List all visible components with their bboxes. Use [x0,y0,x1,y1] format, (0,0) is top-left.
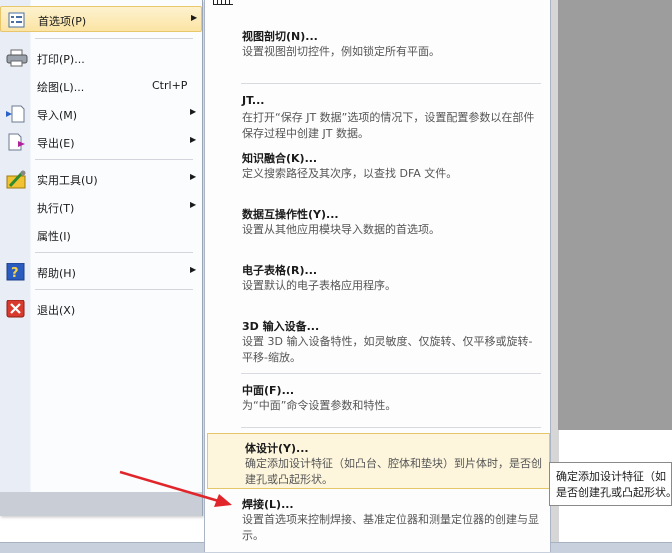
submenu-item-welding[interactable]: 焊接(L)... 设置首选项来控制焊接、基准定位器和测量定位器的创建与显示。 [205,490,550,546]
divider [241,83,541,84]
menu-item-label: 实用工具(U) [37,174,98,187]
menu-item-print[interactable]: 打印(P)... [0,45,202,71]
submenu-item-title: 3D 输入设备... [242,320,320,333]
svg-text:?: ? [11,266,19,281]
submenu-arrow-icon: ▶ [190,265,197,274]
submenu-item-desc: 设置默认的电子表格应用程序。 [242,279,396,292]
submenu-arrow-icon: ▶ [191,13,198,22]
submenu-item-desc: 设置视图剖切控件，例如锁定所有平面。 [242,45,440,58]
menu-item-utilities[interactable]: 实用工具(U) ▶ [0,166,202,192]
menu-item-import[interactable]: 导入(M) ▶ [0,101,202,127]
menu-footer [0,492,202,516]
submenu-arrow-icon: ▶ [190,135,197,144]
help-icon: ? [6,262,26,281]
divider [35,159,193,160]
menu-item-label: 执行(T) [37,202,75,215]
export-icon [6,133,26,151]
submenu-item-desc: 为“中面”命令设置参数和特性。 [242,399,397,412]
divider [35,38,193,39]
file-menu: 首选项(P) ▶ 打印(P)... 绘图(L)... Ctrl+P 导入(M) … [0,0,203,516]
submenu-item-title: 数据互操作性(Y)... [242,208,339,221]
submenu-item-desc: 确定添加设计特征（如凸台、腔体和垫块）到片体时，是否创建孔或凸起形状。 [245,457,542,486]
divider [35,289,193,290]
submenu-item-title: 中面(F)... [242,384,295,397]
exit-icon [6,299,26,318]
menu-item-execute[interactable]: 执行(T) ▶ [0,194,202,220]
shortcut-label: Ctrl+P [152,79,188,92]
divider [241,373,541,374]
menu-item-help[interactable]: ? 帮助(H) ▶ [0,259,202,285]
submenu-item-desc: 设置 3D 输入设备特性，如灵敏度、仅旋转、仅平移或旋转-平移-缩放。 [242,335,533,364]
printer-icon [6,49,28,67]
import-icon [6,105,26,123]
divider [35,252,193,253]
divider [241,427,541,428]
submenu-item-knowledge-fusion[interactable]: 知识融合(K)... 定义搜索路径及其次序，以查找 DFA 文件。 [205,144,550,194]
submenu-item-jt[interactable]: JT... 在打开“保存 JT 数据”选项的情况下，设置配置参数以在部件保存过程… [205,88,550,144]
submenu-item-title: JT... [242,94,265,107]
tooltip: 确定添加设计特征（如 是否创建孔或凸起形状。 [549,462,672,506]
menu-item-label: 导出(E) [37,137,75,150]
menu-item-label: 帮助(H) [37,267,76,280]
menu-item-label: 退出(X) [37,304,76,317]
submenu-item-3d-input[interactable]: 3D 输入设备... 设置 3D 输入设备特性，如灵敏度、仅旋转、仅平移或旋转-… [205,312,550,370]
submenu-arrow-icon: ▶ [190,107,197,116]
submenu-item-view-section[interactable]: 视图剖切(N)... 设置视图剖切控件，例如锁定所有平面。 [205,22,550,72]
preferences-icon [7,11,27,29]
menu-item-label: 打印(P)... [37,53,85,66]
menu-item-label: 首选项(P) [38,15,87,28]
submenu-item-title: 电子表格(R)... [242,264,318,277]
partial-top-icon [213,0,233,5]
menu-item-export[interactable]: 导出(E) ▶ [0,129,202,155]
menu-item-exit[interactable]: 退出(X) [0,296,202,322]
submenu-item-body-design[interactable]: 体设计(Y)... 确定添加设计特征（如凸台、腔体和垫块）到片体时，是否创建孔或… [207,433,550,489]
submenu-item-data-interop[interactable]: 数据互操作性(Y)... 设置从其他应用模块导入数据的首选项。 [205,200,550,250]
submenu-arrow-icon: ▶ [190,172,197,181]
submenu-item-desc: 定义搜索路径及其次序，以查找 DFA 文件。 [242,167,458,180]
submenu-item-desc: 在打开“保存 JT 数据”选项的情况下，设置配置参数以在部件保存过程中创建 JT… [242,111,535,140]
submenu-item-title: 知识融合(K)... [242,152,318,165]
submenu-item-desc: 设置从其他应用模块导入数据的首选项。 [242,223,440,236]
menu-item-label: 导入(M) [37,109,78,122]
submenu-item-title: 视图剖切(N)... [242,30,318,43]
submenu-item-desc: 设置首选项来控制焊接、基准定位器和测量定位器的创建与显示。 [242,513,539,542]
submenu-item-midsurface[interactable]: 中面(F)... 为“中面”命令设置参数和特性。 [205,376,550,426]
menu-item-label: 绘图(L)... [37,81,85,94]
submenu-arrow-icon: ▶ [190,200,197,209]
submenu-item-title: 焊接(L)... [242,498,294,511]
tooltip-line: 是否创建孔或凸起形状。 [556,486,672,499]
preferences-submenu: 视图剖切(N)... 设置视图剖切控件，例如锁定所有平面。 JT... 在打开“… [204,0,551,552]
graphics-area [558,0,672,430]
menu-item-properties[interactable]: 属性(I) [0,222,202,248]
tooltip-line: 确定添加设计特征（如 [556,470,666,483]
menu-item-label: 属性(I) [37,230,71,243]
utilities-icon [6,170,26,189]
menu-item-plot[interactable]: 绘图(L)... Ctrl+P [0,73,202,99]
submenu-item-title: 体设计(Y)... [245,442,309,455]
submenu-item-spreadsheet[interactable]: 电子表格(R)... 设置默认的电子表格应用程序。 [205,256,550,306]
menu-item-preferences[interactable]: 首选项(P) ▶ [0,6,202,32]
